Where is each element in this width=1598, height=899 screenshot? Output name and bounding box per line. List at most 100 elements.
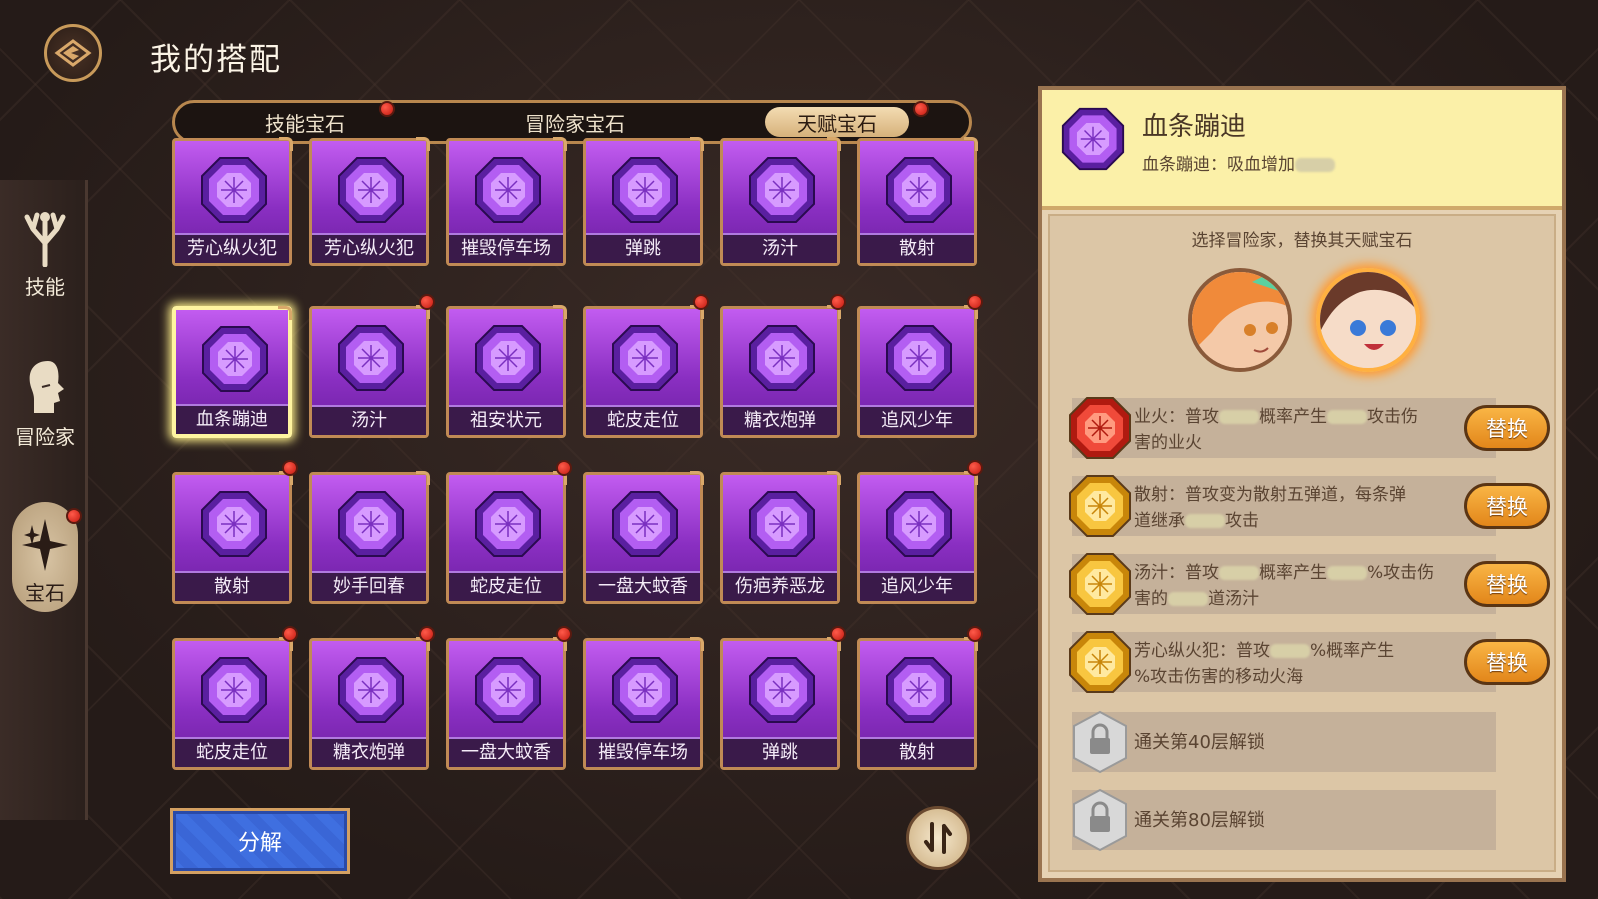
gem-name: 追风少年 [860, 405, 974, 435]
card-corner-ornament [416, 137, 430, 151]
purple-gem-icon [475, 657, 541, 723]
blurred-value [1219, 566, 1259, 580]
blurred-value [1295, 158, 1335, 172]
gem-card[interactable]: 血条蹦迪 [172, 306, 292, 438]
purple-gem-icon [202, 326, 268, 392]
lock-icon [1073, 788, 1127, 852]
gem-name: 散射 [860, 737, 974, 767]
sidebar: 技能 冒险家 宝石 [0, 180, 88, 820]
purple-gem-icon [749, 491, 815, 557]
gem-name: 追风少年 [860, 571, 974, 601]
purple-gem-icon [886, 325, 952, 391]
replace-button[interactable]: 替换 [1464, 405, 1550, 451]
tab-adventurer-gems[interactable]: 冒险家宝石 [485, 107, 665, 137]
notification-badge [379, 101, 395, 117]
gem-card[interactable]: 芳心纵火犯 [172, 137, 293, 266]
purple-gem-icon [749, 325, 815, 391]
locked-slot: 通关第80层解锁 [1072, 788, 1496, 852]
purple-gem-icon [338, 491, 404, 557]
card-corner-ornament [553, 137, 567, 151]
purple-gem-icon [886, 157, 952, 223]
gem-card[interactable]: 散射 [857, 137, 978, 266]
slot-text: 业火：普攻 [1134, 407, 1219, 427]
replace-label: 替换 [1486, 573, 1528, 597]
back-button[interactable] [44, 24, 102, 82]
slot-text: 概率产生 [1259, 407, 1327, 427]
avatar-brown-hair[interactable] [1316, 268, 1420, 372]
gem-card[interactable]: 伤疤养恶龙 [720, 471, 841, 604]
replace-label: 替换 [1486, 495, 1528, 519]
card-corner-ornament [690, 137, 704, 151]
notification-badge [556, 460, 572, 476]
gem-name: 一盘大蚊香 [449, 737, 563, 767]
gem-card[interactable]: 汤汁 [720, 137, 841, 266]
slot-text: %攻击伤害的移动火海 [1134, 667, 1304, 687]
gem-card[interactable]: 祖安状元 [446, 305, 567, 438]
equipped-gem-slot: 散射：普攻变为散射五弹道，每条弹 道继承 攻击 [1069, 475, 1496, 537]
avatar-orange-hair[interactable] [1188, 268, 1292, 372]
sidebar-item-skills[interactable]: 技能 [8, 196, 82, 306]
tab-label: 冒险家宝石 [525, 111, 625, 136]
notification-badge [913, 101, 929, 117]
slot-text: 概率产生 [1259, 563, 1327, 583]
sidebar-item-gems[interactable]: 宝石 [12, 502, 82, 612]
gem-name: 糖衣炮弹 [723, 405, 837, 435]
sidebar-item-label: 宝石 [25, 581, 65, 605]
slot-text: %概率产生 [1310, 641, 1395, 661]
gem-card[interactable]: 蛇皮走位 [583, 305, 704, 438]
adventurer-portrait-icon [1320, 272, 1416, 368]
tab-talent-gems[interactable]: 天赋宝石 [765, 107, 909, 137]
gem-card[interactable]: 追风少年 [857, 471, 978, 604]
gem-name: 妙手回春 [312, 571, 426, 601]
sidebar-item-adventurer[interactable]: 冒险家 [8, 346, 82, 456]
decompose-button[interactable]: 分解 [170, 808, 350, 874]
purple-gem-icon [749, 657, 815, 723]
notification-badge [282, 460, 298, 476]
slot-text: 害的 [1134, 589, 1168, 609]
gem-name: 糖衣炮弹 [312, 737, 426, 767]
slot-text: %攻击伤 [1367, 563, 1435, 583]
sort-button[interactable] [906, 806, 970, 870]
page-title: 我的搭配 [150, 42, 282, 78]
lock-icon [1073, 710, 1127, 774]
gem-card[interactable]: 糖衣炮弹 [309, 637, 430, 770]
gem-card[interactable]: 摧毁停车场 [583, 637, 704, 770]
sort-arrows-icon [924, 822, 952, 854]
notification-badge [419, 626, 435, 642]
equipped-gem-slot: 业火：普攻 概率产生 攻击伤 害的业火 [1069, 397, 1496, 459]
replace-button[interactable]: 替换 [1464, 639, 1550, 685]
gem-name: 摧毁停车场 [586, 737, 700, 767]
slot-text: 芳心纵火犯：普攻 [1134, 641, 1270, 661]
gold-gem-icon [1069, 553, 1131, 615]
detail-title: 血条蹦迪 [1142, 112, 1247, 142]
gem-card[interactable]: 糖衣炮弹 [720, 305, 841, 438]
purple-gem-icon [749, 157, 815, 223]
card-corner-ornament [279, 137, 293, 151]
purple-gem-icon [201, 491, 267, 557]
gem-card[interactable]: 追风少年 [857, 305, 978, 438]
gem-card[interactable]: 摧毁停车场 [446, 137, 567, 266]
gem-card[interactable]: 蛇皮走位 [446, 471, 567, 604]
notification-badge [556, 626, 572, 642]
gem-card[interactable]: 弹跳 [720, 637, 841, 770]
gem-card[interactable]: 汤汁 [309, 305, 430, 438]
gem-card[interactable]: 一盘大蚊香 [446, 637, 567, 770]
gem-name: 散射 [860, 233, 974, 263]
gem-card[interactable]: 妙手回春 [309, 471, 430, 604]
gem-card[interactable]: 一盘大蚊香 [583, 471, 704, 604]
purple-gem-icon [475, 491, 541, 557]
notification-badge [693, 294, 709, 310]
gem-card[interactable]: 散射 [857, 637, 978, 770]
replace-button[interactable]: 替换 [1464, 483, 1550, 529]
tab-skill-gems[interactable]: 技能宝石 [215, 107, 395, 137]
gem-card[interactable]: 芳心纵火犯 [309, 137, 430, 266]
detail-header: 血条蹦迪 血条蹦迪：吸血增加 [1042, 90, 1562, 210]
replace-button[interactable]: 替换 [1464, 561, 1550, 607]
gem-name: 汤汁 [312, 405, 426, 435]
blurred-value [1185, 514, 1225, 528]
gem-card[interactable]: 弹跳 [583, 137, 704, 266]
gem-card[interactable]: 蛇皮走位 [172, 637, 293, 770]
adventurer-silhouette-icon [29, 361, 64, 413]
purple-gem-icon [201, 657, 267, 723]
gem-card[interactable]: 散射 [172, 471, 293, 604]
